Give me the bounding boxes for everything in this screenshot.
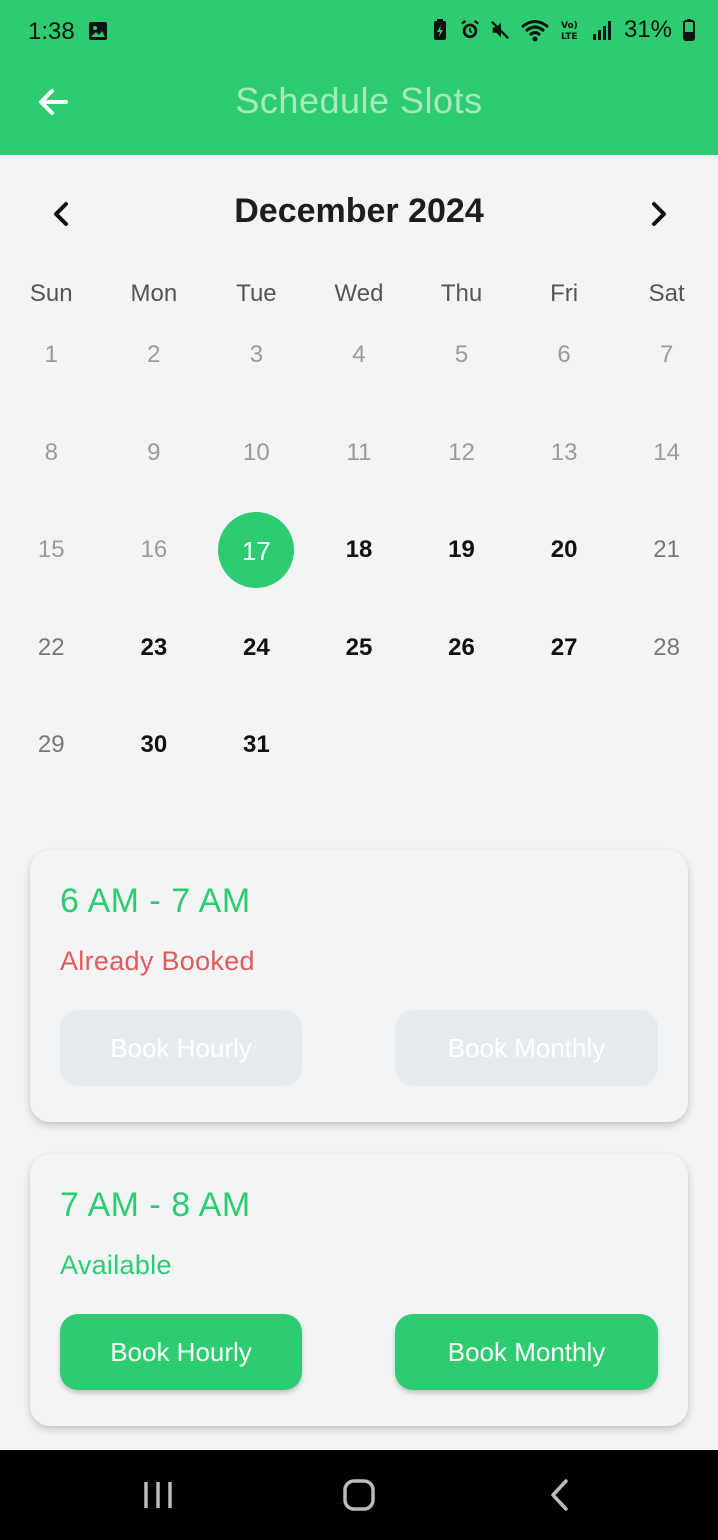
weekday-label: Sat (648, 280, 685, 307)
system-nav-bar (0, 1450, 718, 1540)
slot-time: 6 AM - 7 AM (60, 882, 251, 920)
calendar-day[interactable]: 24 (205, 622, 308, 720)
weekday-label: Tue (236, 280, 277, 307)
slot-card: 6 AM - 7 AM Already Booked Book Hourly B… (30, 850, 688, 1122)
svg-text:LTE: LTE (561, 32, 578, 42)
weekday-label: Fri (550, 280, 579, 307)
home-icon[interactable] (339, 1478, 379, 1512)
wifi-icon (520, 20, 549, 42)
alarm-icon (461, 20, 479, 39)
calendar-day[interactable]: 10 (205, 427, 308, 525)
calendar-day[interactable]: 25 (308, 622, 411, 720)
book-monthly-button[interactable]: Book Monthly (395, 1314, 658, 1390)
gallery-notification-icon (89, 22, 107, 40)
calendar-day[interactable]: 11 (308, 427, 411, 525)
calendar-day[interactable]: 12 (410, 427, 513, 525)
battery-saver-icon (433, 19, 446, 40)
svg-text:Vo): Vo) (561, 21, 578, 31)
weekday-label: Thu (440, 280, 483, 307)
calendar-day[interactable]: 30 (103, 719, 206, 817)
battery-percent: 31% (623, 16, 672, 43)
calendar-day[interactable]: 19 (410, 524, 513, 622)
app-header: 1:38 Vo) LTE 31% Schedule Slots (0, 0, 718, 155)
calendar-day[interactable]: 23 (103, 622, 206, 720)
calendar-day[interactable]: 21 (615, 524, 718, 622)
status-icons: Vo) LTE 31% (430, 16, 696, 44)
calendar-day[interactable]: 31 (205, 719, 308, 817)
calendar-days: 1 2 3 4 5 6 7 8 9 10 11 12 13 14 15 16 17 18 19 20 21 22 23 24 2… (0, 329, 718, 817)
recent-apps-icon[interactable] (138, 1478, 178, 1512)
calendar-day[interactable]: 13 (513, 427, 616, 525)
signal-icon (592, 21, 611, 40)
weekday-label: Mon (130, 280, 178, 307)
status-bar: 1:38 Vo) LTE 31% (0, 0, 718, 64)
calendar-day[interactable]: 29 (0, 719, 103, 817)
calendar-day[interactable]: 4 (308, 329, 411, 427)
calendar-day[interactable]: 1 (0, 329, 103, 427)
calendar-month-label: December 2024 (234, 192, 484, 230)
calendar-day[interactable]: 5 (410, 329, 513, 427)
book-hourly-button[interactable]: Book Hourly (60, 1010, 302, 1086)
weekday-label: Wed (334, 280, 384, 307)
calendar-day[interactable]: 26 (410, 622, 513, 720)
back-icon[interactable] (540, 1478, 580, 1512)
slot-card: 7 AM - 8 AM Available Book Hourly Book M… (30, 1154, 688, 1426)
book-hourly-button[interactable]: Book Hourly (60, 1314, 302, 1390)
calendar-day[interactable]: 27 (513, 622, 616, 720)
calendar-day[interactable]: 22 (0, 622, 103, 720)
chevron-right-icon[interactable] (640, 194, 676, 234)
slot-status: Already Booked (60, 946, 255, 976)
calendar-day[interactable]: 2 (103, 329, 206, 427)
battery-icon (683, 19, 695, 41)
calendar-day-selected[interactable]: 17 (205, 512, 308, 622)
calendar-day[interactable]: 9 (103, 427, 206, 525)
calendar-day[interactable]: 14 (615, 427, 718, 525)
weekday-header-row: Sun Mon Tue Wed Thu Fri Sat (0, 270, 718, 318)
calendar-day[interactable]: 7 (615, 329, 718, 427)
calendar-day[interactable]: 18 (308, 524, 411, 622)
calendar-day[interactable]: 16 (103, 524, 206, 622)
calendar-day[interactable]: 20 (513, 524, 616, 622)
page-title: Schedule Slots (235, 80, 483, 121)
calendar-day[interactable]: 6 (513, 329, 616, 427)
calendar-day[interactable]: 8 (0, 427, 103, 525)
calendar-day[interactable]: 15 (0, 524, 103, 622)
calendar-day[interactable]: 3 (205, 329, 308, 427)
book-monthly-button[interactable]: Book Monthly (395, 1010, 658, 1086)
status-time: 1:38 (28, 18, 75, 45)
calendar-grid: Sun Mon Tue Wed Thu Fri Sat 1 2 3 4 5 6 7 8 9 10 11 12 13 1… (0, 270, 718, 817)
slot-status: Available (60, 1250, 172, 1280)
slot-time: 7 AM - 8 AM (60, 1186, 251, 1224)
weekday-label: Sun (29, 280, 73, 307)
day-number: 17 (241, 536, 271, 566)
volte-icon: Vo) LTE (561, 21, 578, 42)
mute-icon (490, 21, 509, 39)
calendar-day[interactable]: 28 (615, 622, 718, 720)
